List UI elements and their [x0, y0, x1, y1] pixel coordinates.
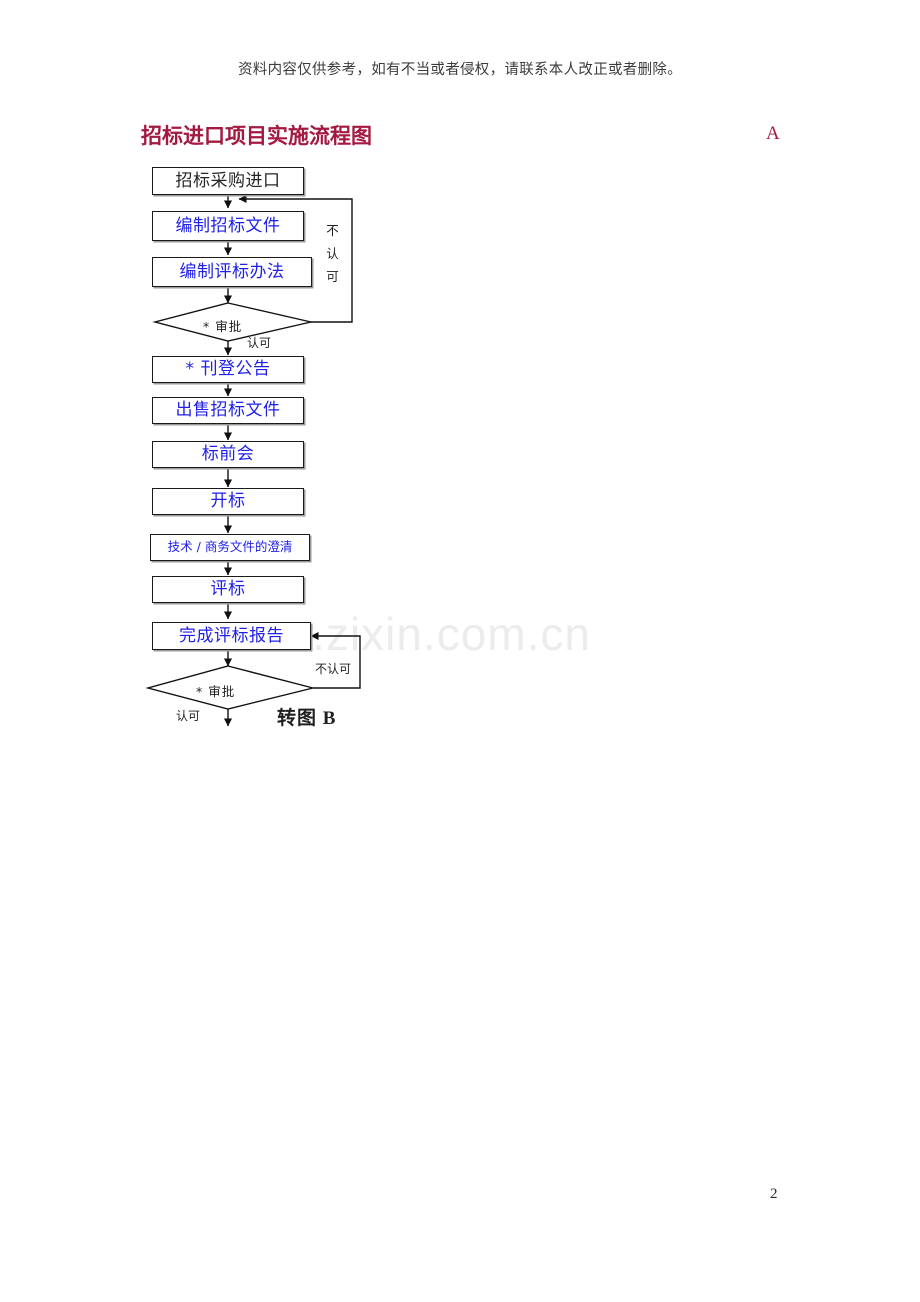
flow-node-sell-docs-label: 出售招标文件: [175, 400, 281, 420]
flow-node-open-bid-label: 开标: [210, 491, 246, 511]
edge-label-approve-bottom: 认可: [176, 709, 201, 723]
edge-label-reject-bottom: 不认可: [315, 662, 352, 676]
edge-label-goto-figure-b: 转图 B: [277, 708, 337, 729]
flow-node-start-label: 招标采购进口: [175, 170, 281, 191]
flow-node-report[interactable]: 完成评标报告: [152, 622, 311, 650]
flow-node-prep-docs[interactable]: 编制招标文件: [152, 211, 304, 241]
flow-node-publish[interactable]: * 刊登公告: [152, 356, 304, 383]
flow-node-pre-bid[interactable]: 标前会: [152, 441, 304, 468]
page-number: 2: [770, 1186, 778, 1202]
flow-node-pre-bid-label: 标前会: [201, 444, 255, 464]
flow-node-open-bid[interactable]: 开标: [152, 488, 304, 515]
flow-node-prep-method[interactable]: 编制评标办法: [152, 257, 312, 287]
flow-node-prep-method-label: 编制评标办法: [179, 261, 285, 282]
flow-node-clarify[interactable]: 技术 / 商务文件的澄清: [150, 534, 310, 561]
decision-approve1-label: * 审批: [203, 319, 243, 334]
flow-node-prep-docs-label: 编制招标文件: [175, 215, 281, 236]
flowchart-connectors: [145, 194, 361, 727]
flow-node-clarify-label: 技术 / 商务文件的澄清: [167, 539, 293, 555]
flow-node-start[interactable]: 招标采购进口: [152, 167, 304, 195]
document-page: 资料内容仅供参考，如有不当或者侵权，请联系本人改正或者删除。 招标进口项目实施流…: [0, 0, 920, 1302]
flow-node-evaluate-label: 评标: [210, 579, 246, 599]
edge-label-reject-top: 不认可: [326, 223, 339, 285]
flow-node-report-label: 完成评标报告: [179, 625, 284, 646]
flow-node-sell-docs[interactable]: 出售招标文件: [152, 397, 304, 424]
flow-node-publish-label: * 刊登公告: [185, 359, 271, 379]
edge-label-approve-top: 认可: [247, 336, 272, 350]
flow-node-evaluate[interactable]: 评标: [152, 576, 304, 603]
decision-approve2-label: * 审批: [196, 684, 236, 699]
